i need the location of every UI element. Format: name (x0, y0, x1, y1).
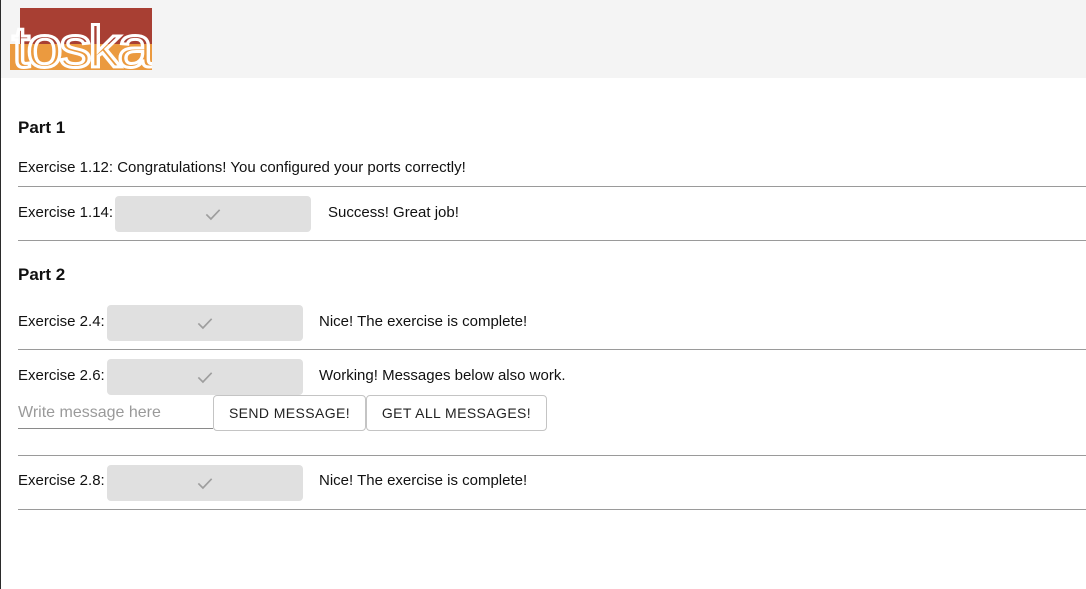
exercise-1-14-status: Success! Great job! (328, 204, 459, 221)
exercise-2-4-check-button[interactable] (107, 305, 303, 341)
page: toska Part 1 Exercise 1.12: Congratulati… (0, 0, 1086, 589)
exercise-2-4-label: Exercise 2.4: (18, 313, 105, 330)
part1-title: Part 1 (18, 118, 66, 137)
exercise-2-6-label: Exercise 2.6: (18, 367, 105, 384)
exercise-2-6-check-button[interactable] (107, 359, 303, 395)
svg-text:toska: toska (12, 15, 152, 70)
divider (18, 509, 1086, 510)
header: toska (1, 0, 1086, 78)
check-icon (197, 318, 213, 330)
exercise-2-6-status: Working! Messages below also work. (319, 367, 566, 384)
exercise-2-8-check-button[interactable] (107, 465, 303, 501)
check-icon (197, 372, 213, 384)
exercise-1-12-text: Exercise 1.12: Congratulations! You conf… (18, 159, 466, 176)
toska-logo: toska (10, 8, 152, 70)
send-message-button[interactable]: SEND MESSAGE! (213, 395, 366, 431)
divider (18, 349, 1086, 350)
divider (18, 186, 1086, 187)
exercise-2-8-status: Nice! The exercise is complete! (319, 472, 528, 489)
divider (18, 240, 1086, 241)
part2-title: Part 2 (18, 265, 66, 284)
divider (18, 455, 1086, 456)
exercise-2-8-label: Exercise 2.8: (18, 472, 105, 489)
get-all-messages-button[interactable]: GET ALL MESSAGES! (366, 395, 547, 431)
check-icon (205, 209, 221, 221)
exercise-2-4-status: Nice! The exercise is complete! (319, 313, 528, 330)
message-input[interactable] (18, 398, 213, 429)
exercise-1-14-check-button[interactable] (115, 196, 311, 232)
exercise-1-14-label: Exercise 1.14: (18, 204, 114, 221)
check-icon (197, 478, 213, 490)
